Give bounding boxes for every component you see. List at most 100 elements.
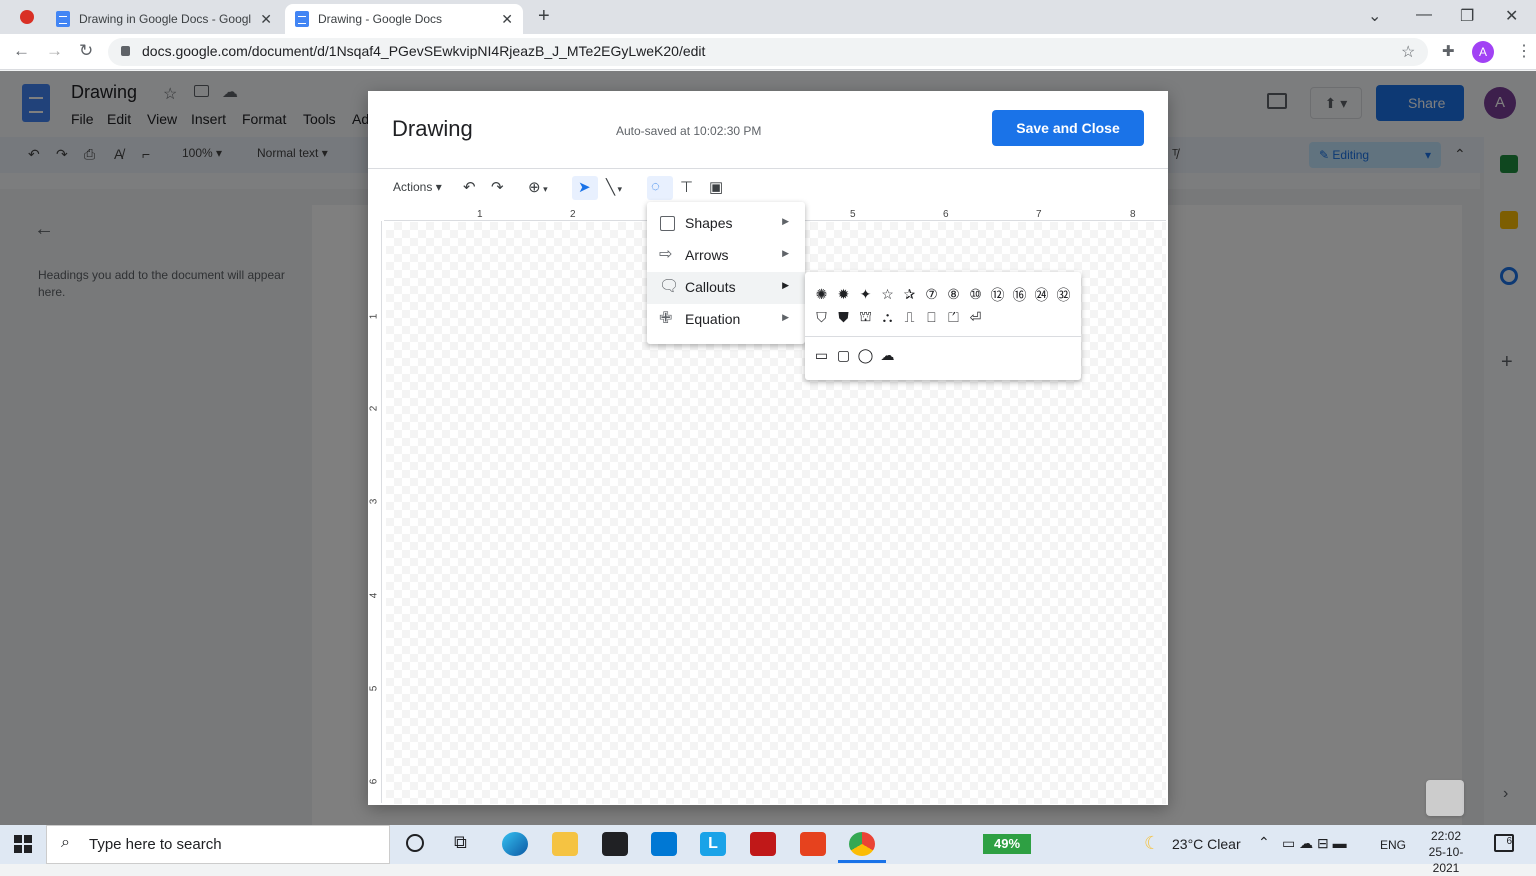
text-box-icon[interactable]: ⊤: [680, 178, 693, 196]
tab-search-icon[interactable]: ⌄: [1368, 6, 1381, 26]
address-bar-row: ← → ↻ docs.google.com/document/d/1Nsqaf4…: [0, 34, 1536, 70]
ruler-number: 1: [368, 313, 380, 320]
extensions-icon[interactable]: ✚: [1442, 42, 1455, 60]
submenu-arrow-icon: ▶: [782, 280, 789, 290]
ruler-number: 6: [943, 209, 949, 220]
callout-shape-icon[interactable]: ⑩: [966, 285, 985, 304]
new-tab-icon[interactable]: +: [538, 5, 550, 28]
app-l-icon[interactable]: L: [700, 832, 726, 856]
browser-menu-icon[interactable]: ⋮: [1516, 41, 1532, 61]
callout-icon: 🗨: [659, 278, 680, 295]
edge-icon[interactable]: [502, 832, 528, 856]
file-explorer-icon[interactable]: [552, 832, 578, 856]
mail-icon[interactable]: [651, 832, 677, 856]
ruler-number: 1: [477, 209, 483, 220]
menu-item-label: Callouts: [685, 279, 736, 295]
save-and-close-button[interactable]: Save and Close: [992, 110, 1144, 146]
redo-icon[interactable]: ↷: [491, 178, 504, 196]
zoom-icon[interactable]: ⊕ ▾: [528, 178, 548, 196]
battery-indicator[interactable]: 49%: [983, 834, 1031, 854]
callout-shape-icon[interactable]: ⎍: [900, 308, 919, 327]
ruler-number: 5: [850, 209, 856, 220]
ruler-number: 4: [368, 592, 380, 599]
menu-item-equation[interactable]: ✙ Equation ▶: [647, 304, 805, 336]
task-view-icon[interactable]: ⧉: [454, 832, 467, 853]
callout-shape-icon[interactable]: ⑦: [922, 285, 941, 304]
profile-avatar[interactable]: A: [1472, 41, 1494, 63]
callout-shape-icon[interactable]: ⏎: [966, 308, 985, 327]
callout-shape-icon[interactable]: ✰: [900, 285, 919, 304]
callout-shape-icon[interactable]: ⛬: [878, 308, 897, 327]
minimize-icon[interactable]: —: [1416, 6, 1432, 24]
callout-shape-icon[interactable]: ☆: [878, 285, 897, 304]
weather-text[interactable]: 23°C Clear: [1172, 836, 1241, 852]
callout-shape-icon[interactable]: ⎕: [922, 308, 941, 327]
bookmark-star-icon[interactable]: ☆: [1401, 42, 1415, 62]
callout-shape-icon[interactable]: ⑧: [944, 285, 963, 304]
notification-count: 6: [1506, 836, 1512, 847]
square-icon: [660, 216, 675, 231]
menu-item-arrows[interactable]: ⇨ Arrows ▶: [647, 240, 805, 272]
close-window-icon[interactable]: ✕: [1505, 6, 1518, 26]
actions-label: Actions: [393, 180, 433, 194]
cortana-icon[interactable]: [406, 834, 424, 852]
callout-shape-icon[interactable]: ⑯: [1010, 285, 1029, 304]
explore-button[interactable]: [1426, 780, 1464, 816]
browser-tab-1[interactable]: Drawing in Google Docs - Googl ✕: [46, 4, 282, 34]
taskbar-search-input[interactable]: ⌕ Type here to search: [46, 825, 390, 864]
callout-shape-icon[interactable]: ☁: [878, 346, 897, 365]
url-input[interactable]: docs.google.com/document/d/1Nsqaf4_PGevS…: [108, 38, 1428, 66]
callout-shape-icon[interactable]: ▭: [812, 346, 831, 365]
callout-shape-icon[interactable]: ⛊: [834, 308, 853, 327]
menu-item-label: Shapes: [685, 215, 733, 231]
undo-icon[interactable]: ↶: [463, 178, 476, 196]
docs-favicon-icon: [295, 11, 309, 27]
back-icon[interactable]: ←: [13, 41, 30, 61]
menu-item-shapes[interactable]: Shapes ▶: [647, 208, 805, 240]
callout-shape-icon[interactable]: ㉜: [1054, 285, 1073, 304]
store-icon[interactable]: [602, 832, 628, 856]
ruler-number: 7: [1036, 209, 1042, 220]
url-text: docs.google.com/document/d/1Nsqaf4_PGevS…: [142, 43, 706, 59]
language-indicator[interactable]: ENG: [1380, 838, 1406, 852]
windows-start-icon[interactable]: [14, 835, 32, 853]
time-text: 22:02: [1430, 829, 1462, 843]
callout-shape-icon[interactable]: ✹: [834, 285, 853, 304]
callout-shape-icon[interactable]: ◯: [856, 346, 875, 365]
reload-icon[interactable]: ↻: [79, 41, 93, 61]
tray-icons[interactable]: ▭ ☁ ⊟ ▬: [1282, 835, 1347, 852]
callout-shape-icon[interactable]: ⏍: [944, 308, 963, 327]
weather-moon-icon: ☾: [1144, 833, 1161, 853]
arrow-icon: ⇨: [659, 246, 673, 263]
browser-tab-2[interactable]: Drawing - Google Docs ✕: [285, 4, 523, 34]
callout-row-bubbles: ▭ ▢ ◯ ☁: [812, 346, 897, 365]
line-tool-icon[interactable]: ╲ ▾: [606, 178, 622, 196]
notification-icon[interactable]: 6: [1494, 834, 1514, 852]
callout-shape-icon[interactable]: ㉔: [1032, 285, 1051, 304]
actions-menu-button[interactable]: Actions ▾: [393, 180, 442, 194]
callout-shape-icon[interactable]: ✦: [856, 285, 875, 304]
plus-icon: ✙: [659, 310, 673, 327]
close-tab-icon[interactable]: ✕: [501, 11, 513, 28]
shape-tool-icon[interactable]: ◌: [651, 178, 660, 195]
forward-icon[interactable]: →: [46, 41, 63, 61]
office-icon[interactable]: [800, 832, 826, 856]
callout-shape-icon[interactable]: ⑫: [988, 285, 1007, 304]
callout-shape-icon[interactable]: ▢: [834, 346, 853, 365]
ruler-number: 2: [368, 405, 380, 412]
mcafee-icon[interactable]: [750, 832, 776, 856]
restore-icon[interactable]: ❐: [1460, 6, 1474, 26]
menu-item-callouts[interactable]: 🗨 Callouts ▶: [647, 272, 805, 304]
dialog-title: Drawing: [392, 116, 473, 141]
select-cursor-icon[interactable]: ➤: [578, 178, 591, 196]
callout-shape-icon[interactable]: ⛉: [812, 308, 831, 327]
search-icon: ⌕: [61, 834, 70, 851]
tray-chevron-icon[interactable]: ⌃: [1258, 834, 1270, 851]
image-icon[interactable]: ▣: [709, 178, 723, 196]
callout-shape-icon[interactable]: ✺: [812, 285, 831, 304]
close-tab-icon[interactable]: ✕: [260, 11, 272, 28]
callout-shape-icon[interactable]: ⛫: [856, 308, 875, 327]
chrome-icon[interactable]: [849, 832, 875, 856]
clock[interactable]: 22:02 25-10-2021: [1418, 828, 1474, 876]
ruler-number: 6: [368, 778, 380, 785]
